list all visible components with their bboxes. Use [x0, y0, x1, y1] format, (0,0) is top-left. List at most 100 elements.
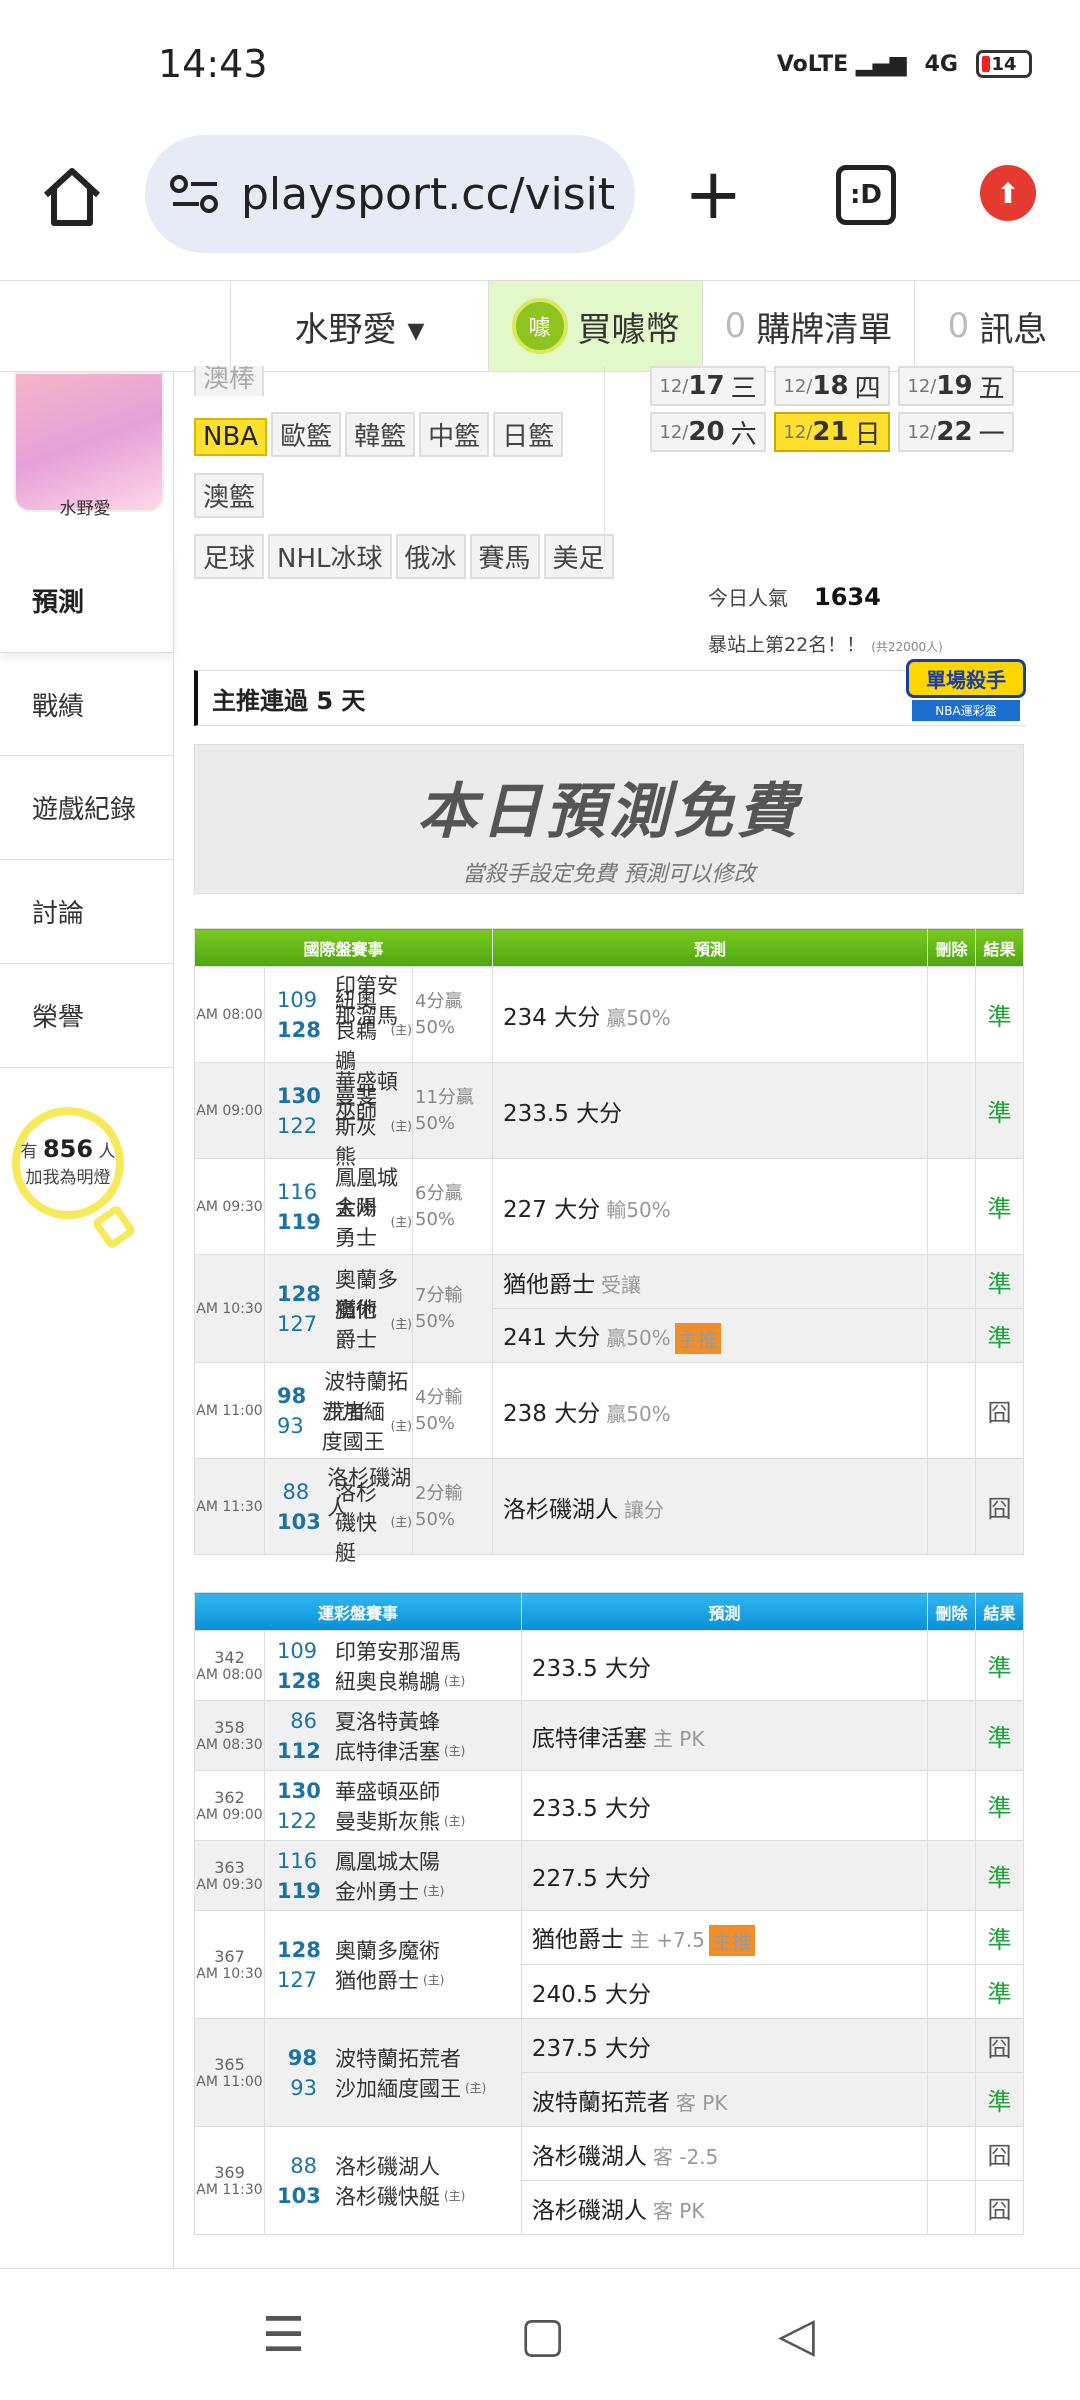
league-chip[interactable]: NBA — [194, 418, 268, 456]
team-name[interactable]: 底特律活塞 — [335, 1736, 440, 1766]
delete-cell[interactable] — [927, 2180, 976, 2235]
delete-cell[interactable] — [927, 2018, 976, 2073]
date-chip[interactable]: 12/21 日 — [774, 412, 890, 452]
delete-cell[interactable] — [927, 1158, 976, 1255]
league-chip[interactable]: 俄冰 — [395, 534, 466, 579]
team-name[interactable]: 鳳凰城太陽 — [335, 1846, 440, 1876]
team-name[interactable]: 波特蘭拓荒者 — [335, 2043, 461, 2073]
team-name[interactable]: 紐奧良鵜鶘 — [335, 985, 387, 1075]
date-chip[interactable]: 12/22 一 — [898, 412, 1014, 452]
team-name[interactable]: 猶他爵士 — [335, 1294, 387, 1354]
game-time: AM 10:30 — [196, 1300, 263, 1317]
main-pick-tag: 主推 — [674, 1322, 721, 1354]
delete-cell[interactable] — [927, 1308, 976, 1363]
league-chip[interactable]: 賽馬 — [469, 534, 540, 579]
team-name[interactable]: 夏洛特黃蜂 — [335, 1706, 440, 1736]
prediction-text: 233.5 大分 — [531, 1795, 652, 1822]
team-name[interactable]: 沙加緬度國王 — [322, 1396, 387, 1456]
delete-cell[interactable] — [927, 1458, 976, 1555]
avatar[interactable] — [14, 372, 164, 512]
update-arrow-icon[interactable]: ⬆ — [980, 165, 1036, 221]
team-name[interactable]: 曼斐斯灰熊 — [335, 1081, 387, 1171]
team-row: 122 曼斐斯灰熊 (主) — [277, 1806, 521, 1836]
league-chip[interactable]: 足球 — [194, 534, 265, 579]
date-chip[interactable]: 12/18 四 — [774, 366, 890, 406]
teams-cell: 98 波特蘭拓荒者 93 沙加緬度國王 (主) — [264, 2018, 522, 2127]
buy-coin-button[interactable]: 噱買噱幣 — [488, 281, 702, 371]
sidebar-item-honor[interactable]: 榮譽 — [0, 964, 174, 1068]
team-name[interactable]: 洛杉磯快艇 — [335, 2181, 440, 2211]
league-chip[interactable]: NHL冰球 — [268, 534, 392, 579]
popularity-label: 今日人氣 — [708, 586, 788, 610]
delete-cell[interactable] — [927, 1062, 976, 1159]
delete-cell[interactable] — [927, 2072, 976, 2127]
sidebar-item-record[interactable]: 戰績 — [0, 652, 174, 756]
prediction-cell: 233.5 大分 — [520, 1630, 929, 1701]
delete-cell[interactable] — [927, 1700, 976, 1771]
prediction-sub: 贏50% — [606, 1005, 671, 1030]
delete-cell[interactable] — [927, 1910, 976, 1965]
sidebar-item-game-log[interactable]: 遊戲紀錄 — [0, 756, 174, 860]
date-chip[interactable]: 12/20 六 — [650, 412, 766, 452]
delete-cell[interactable] — [927, 1964, 976, 2019]
delete-cell[interactable] — [927, 1630, 976, 1701]
url-bar[interactable]: playsport.cc/visit — [145, 135, 635, 253]
team-name[interactable]: 金州勇士 — [335, 1876, 419, 1906]
cart-button[interactable]: 0 購牌清單 — [702, 281, 914, 371]
tab-switcher-button[interactable]: :D — [836, 165, 896, 225]
team-name[interactable]: 華盛頓巫師 — [335, 1776, 440, 1806]
messages-button[interactable]: 0 訊息 — [914, 281, 1080, 371]
prediction-cell: 猶他爵士主 +7.5 主推 — [520, 1910, 929, 1965]
back-icon[interactable]: ◁ — [778, 2307, 815, 2363]
league-chip[interactable]: 歐籃 — [271, 412, 342, 457]
team-name[interactable]: 金州勇士 — [335, 1192, 387, 1252]
home-mark: (主) — [444, 2189, 466, 2203]
new-tab-icon[interactable]: + — [684, 159, 743, 229]
teams-cell: 130 華盛頓巫師 122 曼斐斯灰熊 (主) — [264, 1062, 413, 1169]
home-nav-icon[interactable]: ▢ — [520, 2307, 565, 2363]
site-settings-icon[interactable] — [169, 174, 221, 214]
game-no: 363 — [214, 1858, 245, 1877]
prediction-cell: 猶他爵士 受讓 — [492, 1254, 928, 1309]
league-chip[interactable]: 日籃 — [493, 412, 564, 457]
delete-cell[interactable] — [927, 966, 976, 1063]
team-name[interactable]: 洛杉磯快艇 — [335, 1477, 387, 1567]
signal-icon: VoLTE ▂▄▆ — [776, 51, 907, 77]
game-no: 362 — [214, 1788, 245, 1807]
home-mark: (主) — [423, 1884, 445, 1898]
league-chip[interactable]: 澳棒 — [194, 366, 265, 396]
date-chip[interactable]: 12/17 三 — [650, 366, 766, 406]
team-name[interactable]: 奧蘭多魔術 — [335, 1935, 440, 1965]
team-name[interactable]: 印第安那溜馬 — [335, 1636, 461, 1666]
team-name[interactable]: 曼斐斯灰熊 — [335, 1806, 440, 1836]
delete-cell[interactable] — [927, 2126, 976, 2181]
home-icon[interactable] — [40, 165, 104, 229]
team-score: 88 — [282, 1479, 310, 1504]
league-chip[interactable]: 中籃 — [419, 412, 490, 457]
prediction-sub: 主 PK — [652, 1726, 705, 1751]
table-row: 342 AM 08:00 109 印第安那溜馬 128 紐奧良鵜鶘 (主) 233.5 大分 準 — [194, 1630, 1024, 1701]
team-name[interactable]: 紐奧良鵜鶘 — [335, 1666, 440, 1696]
recents-icon[interactable]: ☰ — [262, 2307, 305, 2363]
date-chip[interactable]: 12/19 五 — [898, 366, 1014, 406]
team-name[interactable]: 沙加緬度國王 — [335, 2073, 461, 2103]
date-weekday: 一 — [978, 419, 1005, 450]
sidebar-item-predict[interactable]: 預測 — [0, 548, 174, 652]
team-name[interactable]: 洛杉磯湖人 — [335, 2151, 440, 2181]
team-row: 103 洛杉磯快艇 (主) — [277, 2181, 521, 2211]
delete-cell[interactable] — [927, 1770, 976, 1841]
sidebar-item-discuss[interactable]: 討論 — [0, 860, 174, 964]
league-chip[interactable]: 韓籃 — [345, 412, 416, 457]
team-name[interactable]: 猶他爵士 — [335, 1965, 419, 1995]
delete-cell[interactable] — [927, 1254, 976, 1309]
user-menu[interactable]: 水野愛 ▾ — [230, 281, 488, 371]
team-score: 93 — [290, 2075, 317, 2100]
table-row: AM 11:00 98 波特蘭拓荒者 93 沙加緬度國王 (主) 4分輸 50% 238 大分贏… — [194, 1362, 1024, 1459]
league-chip[interactable]: 澳籃 — [194, 473, 265, 518]
delete-cell[interactable] — [927, 1840, 976, 1911]
home-mark: (主) — [423, 1973, 445, 1987]
prediction-text: 237.5 大分 — [531, 2035, 652, 2062]
fans-bulb[interactable]: 有 856 人 加我為明燈 — [12, 1107, 137, 1251]
delete-cell[interactable] — [927, 1362, 976, 1459]
team-score: 116 — [277, 1179, 318, 1204]
